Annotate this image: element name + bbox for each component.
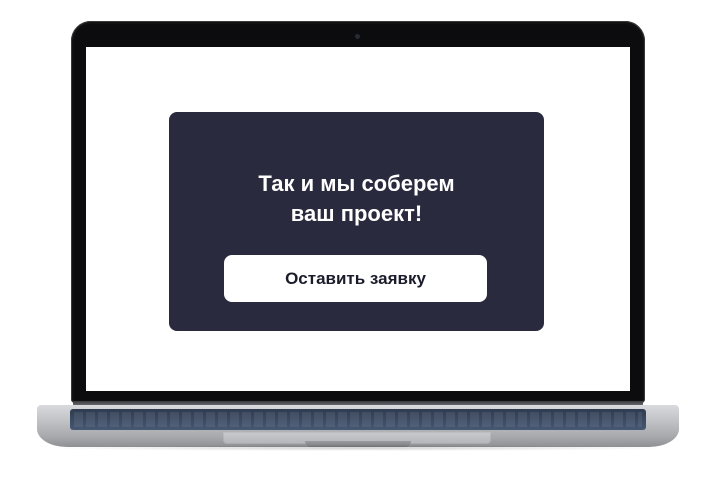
promo-title: Так и мы соберем ваш проект!: [169, 169, 544, 229]
laptop-screen: Так и мы соберем ваш проект! Оставить за…: [86, 47, 630, 391]
keyboard: [70, 409, 646, 430]
promo-title-line-1: Так и мы соберем: [258, 171, 455, 196]
laptop-mockup: Так и мы соберем ваш проект! Оставить за…: [0, 0, 716, 479]
promo-title-line-2: ваш проект!: [290, 201, 423, 226]
submit-request-button[interactable]: Оставить заявку: [224, 255, 487, 302]
laptop-lid: Так и мы соберем ваш проект! Оставить за…: [71, 21, 645, 403]
promo-card: Так и мы соберем ваш проект! Оставить за…: [169, 112, 544, 331]
base-shadow: [40, 445, 676, 451]
webcam-icon: [355, 34, 360, 39]
laptop-base: [37, 405, 679, 447]
